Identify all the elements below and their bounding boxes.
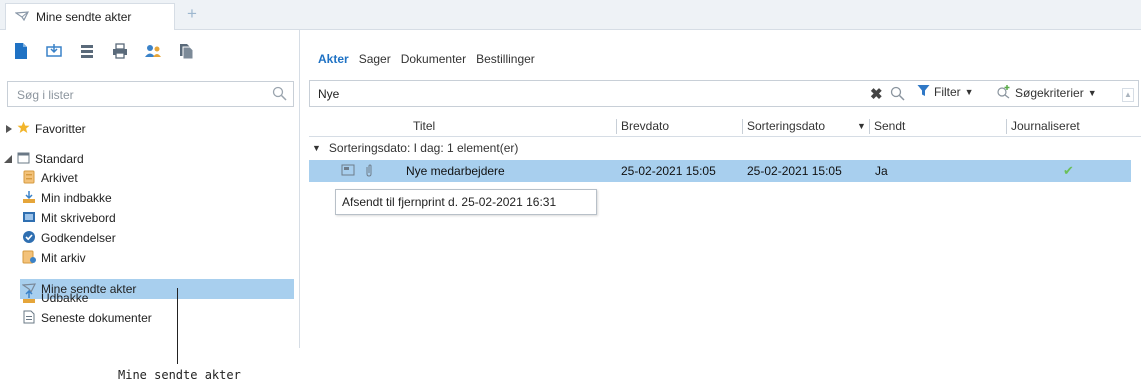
column-header-sendt[interactable]: Sendt bbox=[874, 119, 905, 135]
column-divider bbox=[1006, 119, 1007, 134]
table-header: Titel Brevdato Sorteringsdato ▼ Sendt Jo… bbox=[309, 117, 1141, 137]
row-title: Nye medarbejdere bbox=[406, 164, 505, 178]
tree-item-min-indbakke[interactable]: Min indbakke bbox=[22, 188, 112, 208]
my-archive-icon bbox=[22, 250, 36, 267]
tree-item-arkivet[interactable]: Arkivet bbox=[22, 168, 78, 188]
outbox-icon bbox=[22, 289, 36, 307]
tab-dokumenter[interactable]: Dokumenter bbox=[401, 52, 466, 66]
column-header-journaliseret[interactable]: Journaliseret bbox=[1011, 119, 1080, 135]
tree-item-label: Min indbakke bbox=[41, 191, 112, 205]
print-icon[interactable] bbox=[111, 42, 129, 60]
tree-item-seneste-dokumenter[interactable]: Seneste dokumenter bbox=[22, 308, 152, 328]
row-brevdato: 25-02-2021 15:05 bbox=[621, 164, 716, 178]
table-row[interactable]: Nye medarbejdere 25-02-2021 15:05 25-02-… bbox=[309, 160, 1131, 182]
star-icon bbox=[17, 121, 30, 137]
content-tabs: Akter Sager Dokumenter Bestillinger bbox=[318, 52, 535, 66]
tree-standard[interactable]: Standard bbox=[4, 149, 84, 169]
tab-strip: Mine sendte akter + bbox=[0, 0, 1141, 30]
tree-item-mit-arkiv[interactable]: Mit arkiv bbox=[22, 248, 86, 268]
tab-akter[interactable]: Akter bbox=[318, 52, 349, 66]
filter-button[interactable]: Filter ▼ bbox=[917, 84, 974, 100]
desktop-icon bbox=[22, 210, 36, 227]
row-sorteringsdato: 25-02-2021 15:05 bbox=[747, 164, 842, 178]
tree-standard-label: Standard bbox=[35, 152, 84, 166]
archive-icon bbox=[22, 170, 36, 187]
copy-icon[interactable] bbox=[177, 42, 195, 60]
attachment-icon bbox=[365, 164, 373, 180]
new-tab-button[interactable]: + bbox=[183, 5, 201, 23]
chevron-down-icon: ▼ bbox=[964, 87, 974, 97]
recent-documents-icon bbox=[22, 310, 36, 327]
filter-input[interactable] bbox=[316, 83, 860, 105]
filter-bar: ✖ Filter ▼ Søgekriterier ▼ bbox=[309, 80, 1139, 107]
search-icon[interactable] bbox=[272, 86, 287, 104]
tree-item-label: Mit skrivebord bbox=[41, 211, 116, 225]
tree-item-label: Udbakke bbox=[41, 291, 89, 305]
search-icon[interactable] bbox=[890, 86, 905, 104]
search-criteria-label: Søgekriterier bbox=[1015, 86, 1084, 100]
tree-item-label: Mit arkiv bbox=[41, 251, 86, 265]
group-header[interactable]: ▼ Sorteringsdato: I dag: 1 element(er) bbox=[312, 141, 518, 155]
column-header-titel[interactable]: Titel bbox=[413, 119, 435, 135]
list-icon[interactable] bbox=[78, 42, 96, 60]
tree-item-label: Seneste dokumenter bbox=[41, 311, 152, 325]
document-type-icon bbox=[341, 164, 355, 179]
search-criteria-button[interactable]: Søgekriterier ▼ bbox=[996, 84, 1097, 102]
tree-favorites-label: Favoritter bbox=[35, 122, 86, 136]
callout-label: Mine sendte akter bbox=[118, 368, 241, 382]
column-divider bbox=[616, 119, 617, 134]
inbox-icon bbox=[22, 190, 36, 207]
tree-favorites[interactable]: Favoritter bbox=[6, 119, 86, 139]
tab-label: Mine sendte akter bbox=[36, 10, 132, 24]
new-document-icon[interactable] bbox=[12, 42, 30, 60]
tooltip: Afsendt til fjernprint d. 25-02-2021 16:… bbox=[335, 189, 597, 215]
filter-label: Filter bbox=[934, 85, 961, 99]
tree-item-label: Arkivet bbox=[41, 171, 78, 185]
left-panel: Favoritter Standard Arkivet Min indbakke… bbox=[0, 30, 300, 348]
list-search-field[interactable] bbox=[7, 81, 294, 107]
calendar-icon bbox=[17, 151, 30, 167]
group-label: Sorteringsdato: I dag: 1 element(er) bbox=[328, 141, 519, 155]
left-toolbar bbox=[12, 42, 195, 60]
checkmark-icon: ✔ bbox=[1063, 163, 1074, 178]
search-plus-icon bbox=[996, 84, 1011, 102]
tree-item-udbakke[interactable]: Udbakke bbox=[22, 288, 88, 308]
expand-arrow-icon[interactable] bbox=[6, 122, 12, 136]
column-divider bbox=[742, 119, 743, 134]
column-divider bbox=[869, 119, 870, 134]
tree-item-godkendelser[interactable]: Godkendelser bbox=[22, 228, 116, 248]
tree-item-label: Godkendelser bbox=[41, 231, 116, 245]
tab-mine-sendte-akter[interactable]: Mine sendte akter bbox=[5, 3, 175, 30]
collapse-arrow-icon[interactable]: ▼ bbox=[312, 143, 321, 153]
callout-line bbox=[177, 288, 178, 364]
app-window: Mine sendte akter + Søg i lister Favorit… bbox=[0, 0, 1141, 348]
scrollbar-up-arrow[interactable]: ▲ bbox=[1122, 88, 1134, 102]
clear-icon[interactable]: ✖ bbox=[870, 85, 883, 103]
column-header-sorteringsdato[interactable]: Sorteringsdato bbox=[747, 119, 825, 135]
tree-item-mit-skrivebord[interactable]: Mit skrivebord bbox=[22, 208, 116, 228]
sent-icon bbox=[14, 10, 30, 24]
row-sendt: Ja bbox=[875, 164, 888, 178]
chevron-down-icon: ▼ bbox=[1087, 88, 1097, 98]
list-search-input[interactable] bbox=[15, 83, 259, 107]
users-icon[interactable] bbox=[144, 42, 162, 60]
tab-sager[interactable]: Sager bbox=[359, 52, 391, 66]
import-icon[interactable] bbox=[45, 42, 63, 60]
collapse-arrow-icon[interactable] bbox=[4, 152, 12, 166]
check-circle-icon bbox=[22, 230, 36, 247]
sort-desc-icon[interactable]: ▼ bbox=[857, 121, 866, 137]
tab-bestillinger[interactable]: Bestillinger bbox=[476, 52, 535, 66]
funnel-icon bbox=[917, 84, 930, 100]
column-header-brevdato[interactable]: Brevdato bbox=[621, 119, 669, 135]
